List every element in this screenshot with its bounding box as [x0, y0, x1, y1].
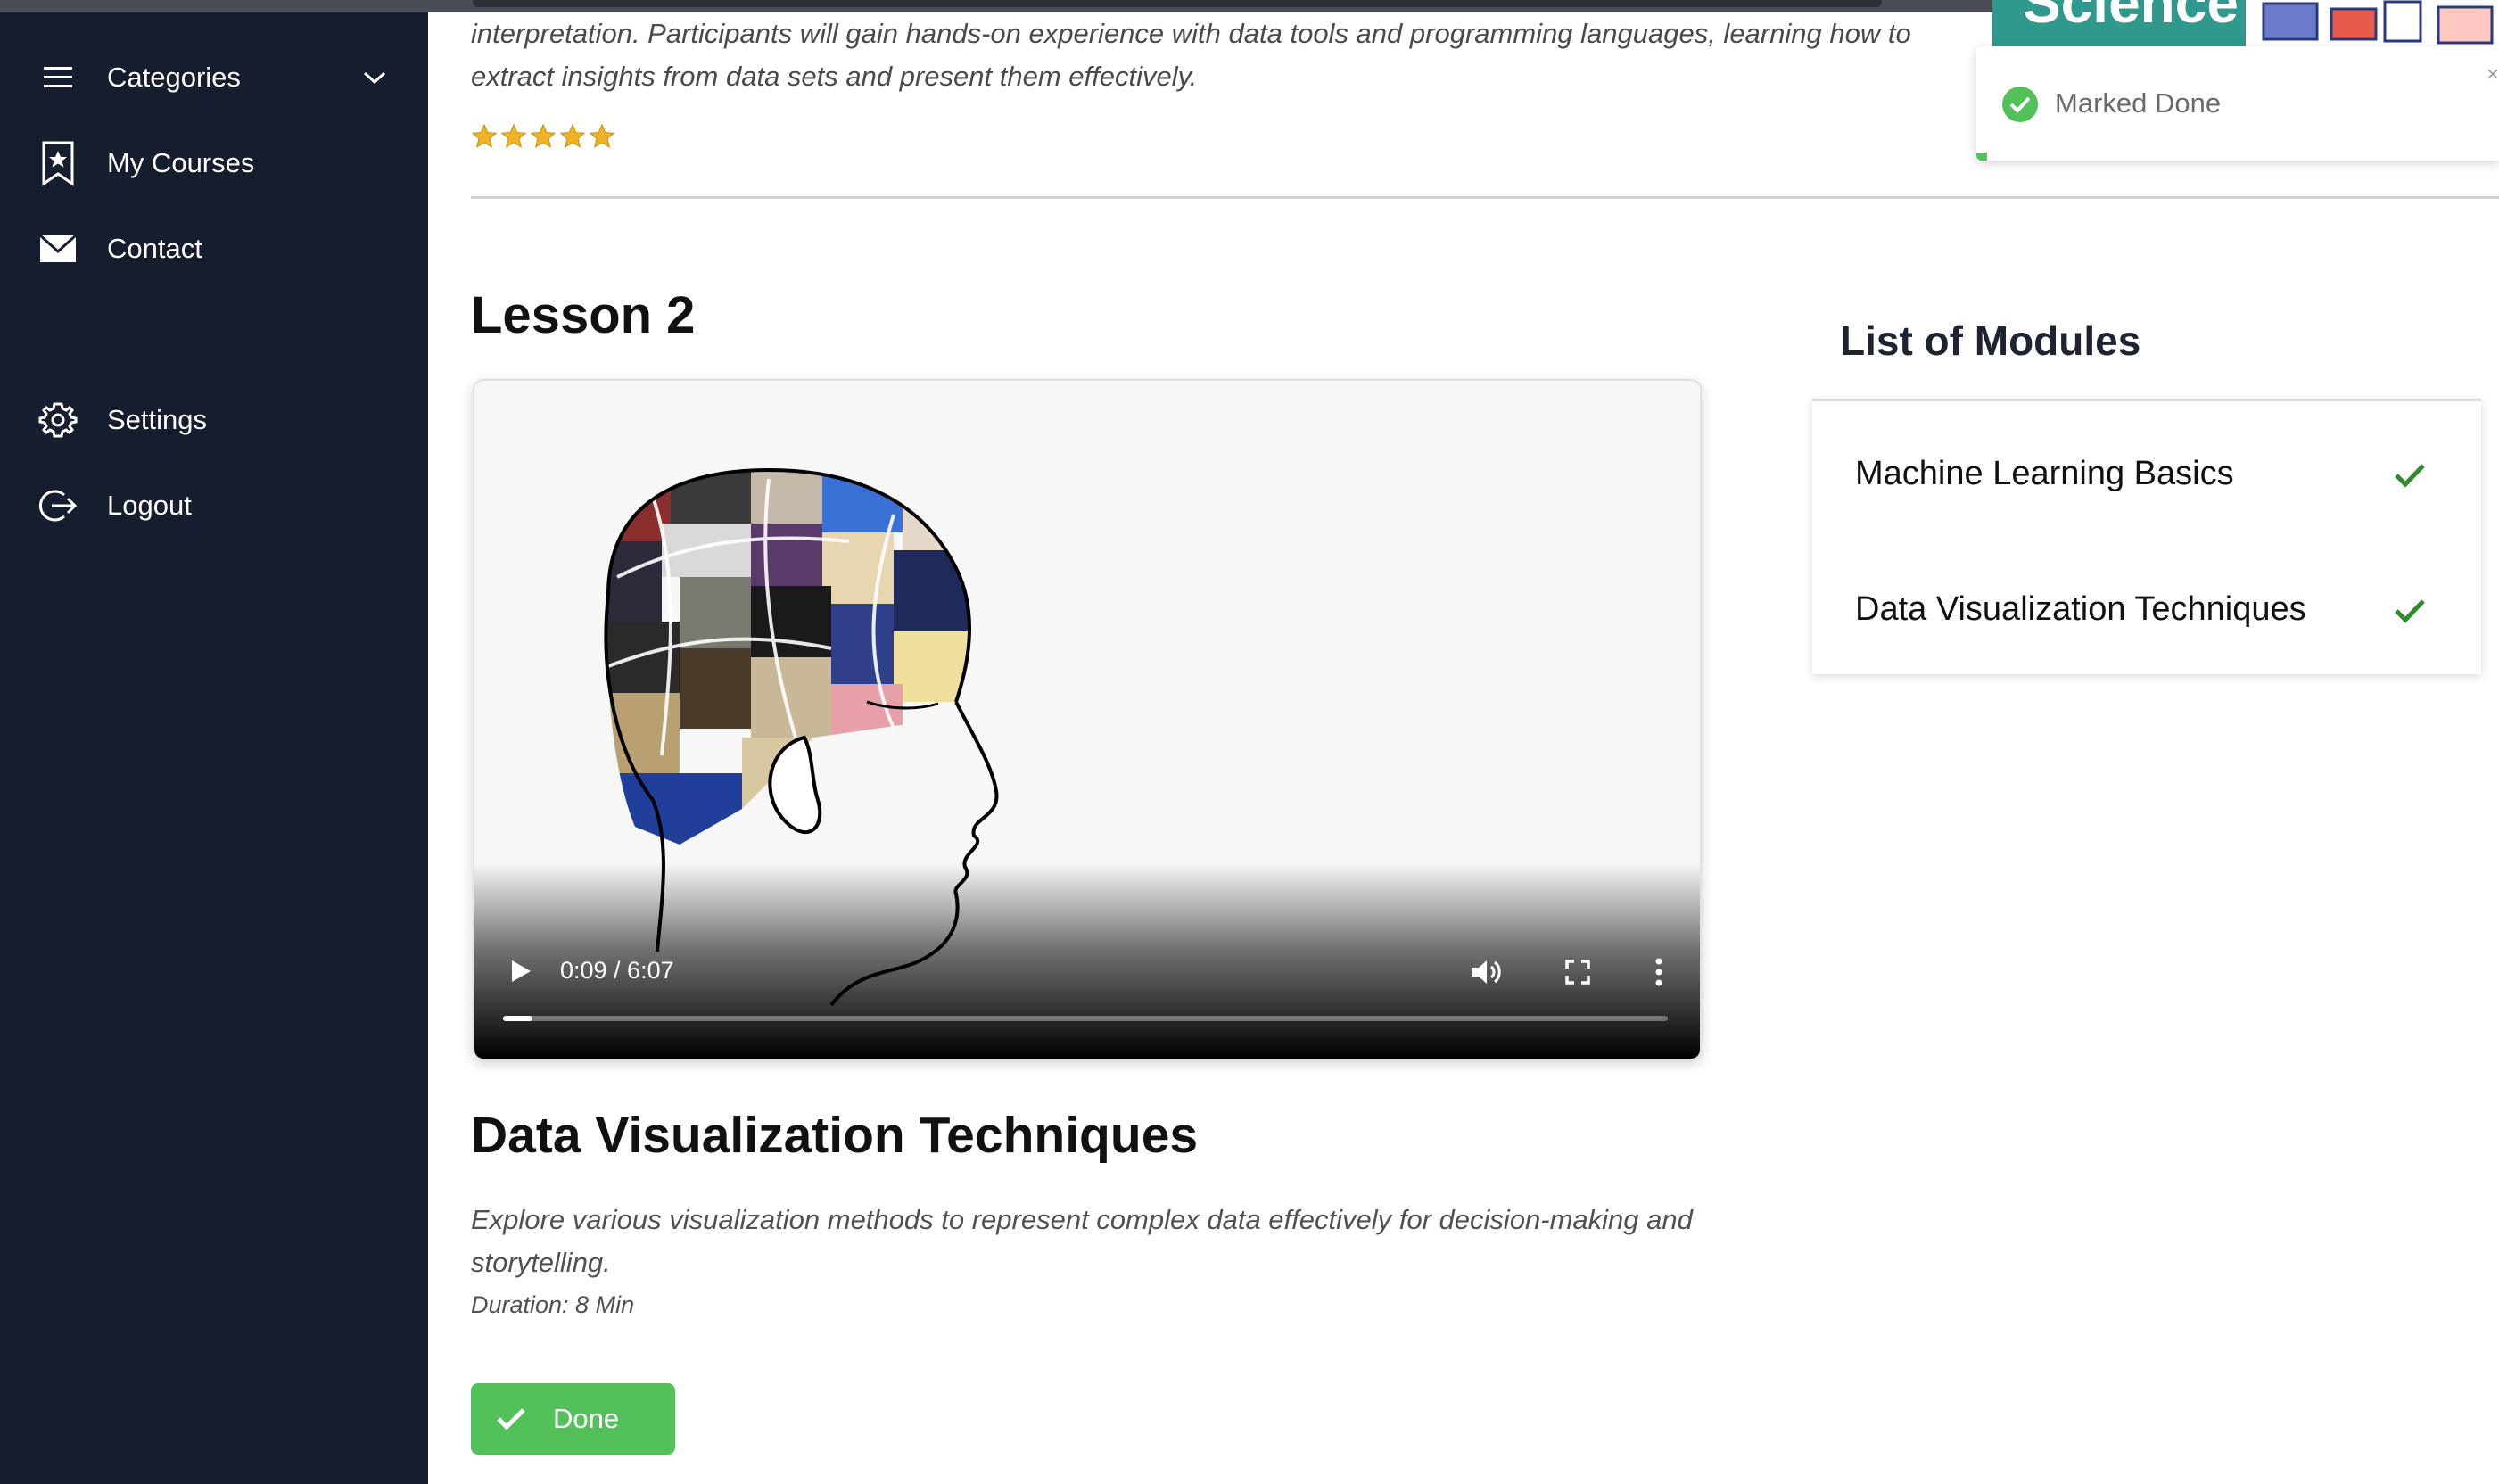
star-icon [530, 123, 557, 148]
sidebar-item-label: My Courses [107, 147, 255, 178]
star-icon [500, 123, 527, 148]
chevron-down-icon[interactable] [357, 60, 392, 95]
toast-notification[interactable]: Marked Done × [1976, 46, 2499, 161]
sidebar-item-settings[interactable]: Settings [36, 389, 410, 451]
play-button[interactable] [501, 952, 540, 991]
star-icon [589, 123, 615, 148]
logout-icon [36, 483, 80, 528]
sidebar-item-categories[interactable]: Categories [36, 46, 410, 109]
checkmark-icon [2394, 595, 2426, 633]
module-duration: Duration: 8 Min [471, 1291, 635, 1318]
done-button-label: Done [553, 1403, 620, 1434]
module-item-label: Machine Learning Basics [1855, 454, 2234, 492]
star-icon [471, 123, 498, 148]
fullscreen-button[interactable] [1555, 950, 1600, 994]
sidebar-item-my-courses[interactable]: My Courses [36, 132, 410, 194]
video-time-display: 0:09 / 6:07 [560, 957, 674, 984]
fullscreen-icon [1565, 960, 1590, 985]
play-icon [512, 960, 531, 982]
more-vertical-icon [1655, 958, 1662, 986]
sidebar-item-label: Contact [107, 233, 202, 264]
top-scrollbar[interactable] [473, 0, 1882, 7]
close-icon[interactable]: × [2487, 62, 2499, 84]
modules-panel-title: List of Modules [1840, 317, 2141, 364]
module-description: Explore various visualization methods to… [471, 1204, 1693, 1278]
sidebar-item-label: Logout [107, 490, 192, 521]
checkmark-icon [2394, 459, 2426, 498]
module-item-label: Data Visualization Techniques [1855, 589, 2306, 628]
done-button[interactable]: Done [471, 1383, 675, 1455]
sidebar-item-label: Categories [107, 62, 241, 93]
video-progress-fill [503, 1016, 532, 1021]
sidebar: Categories My Courses Contact Settings L… [0, 12, 428, 1484]
toast-message: Marked Done [2055, 87, 2222, 119]
toast-progress-bar [1976, 153, 1987, 161]
hamburger-icon [36, 55, 80, 100]
star-icon [559, 123, 586, 148]
banner-text: Science [2023, 0, 2239, 35]
sidebar-item-logout[interactable]: Logout [36, 474, 410, 537]
volume-button[interactable] [1464, 950, 1509, 994]
video-player[interactable]: 0:09 / 6:07 [473, 379, 1702, 1060]
sidebar-item-label: Settings [107, 404, 208, 435]
success-check-icon [2001, 86, 2039, 128]
video-progress-bar[interactable] [503, 1016, 1668, 1021]
course-description: interpretation. Participants will gain h… [471, 18, 1911, 92]
lesson-title: Lesson 2 [471, 286, 696, 344]
course-banner-image: Science [1992, 0, 2499, 48]
check-icon [496, 1407, 526, 1430]
bookmark-star-icon [36, 141, 80, 186]
mail-icon [36, 227, 80, 271]
module-title: Data Visualization Techniques [471, 1107, 1199, 1164]
module-item[interactable]: Data Visualization Techniques [1855, 573, 2444, 645]
rating-stars [471, 123, 615, 150]
volume-icon [1472, 960, 1501, 984]
module-item[interactable]: Machine Learning Basics [1855, 438, 2444, 509]
section-divider [471, 196, 2499, 199]
sidebar-item-contact[interactable]: Contact [36, 218, 410, 280]
more-options-button[interactable] [1641, 950, 1677, 994]
modules-list: Machine Learning Basics Data Visualizati… [1812, 399, 2481, 674]
gear-icon [36, 398, 80, 442]
